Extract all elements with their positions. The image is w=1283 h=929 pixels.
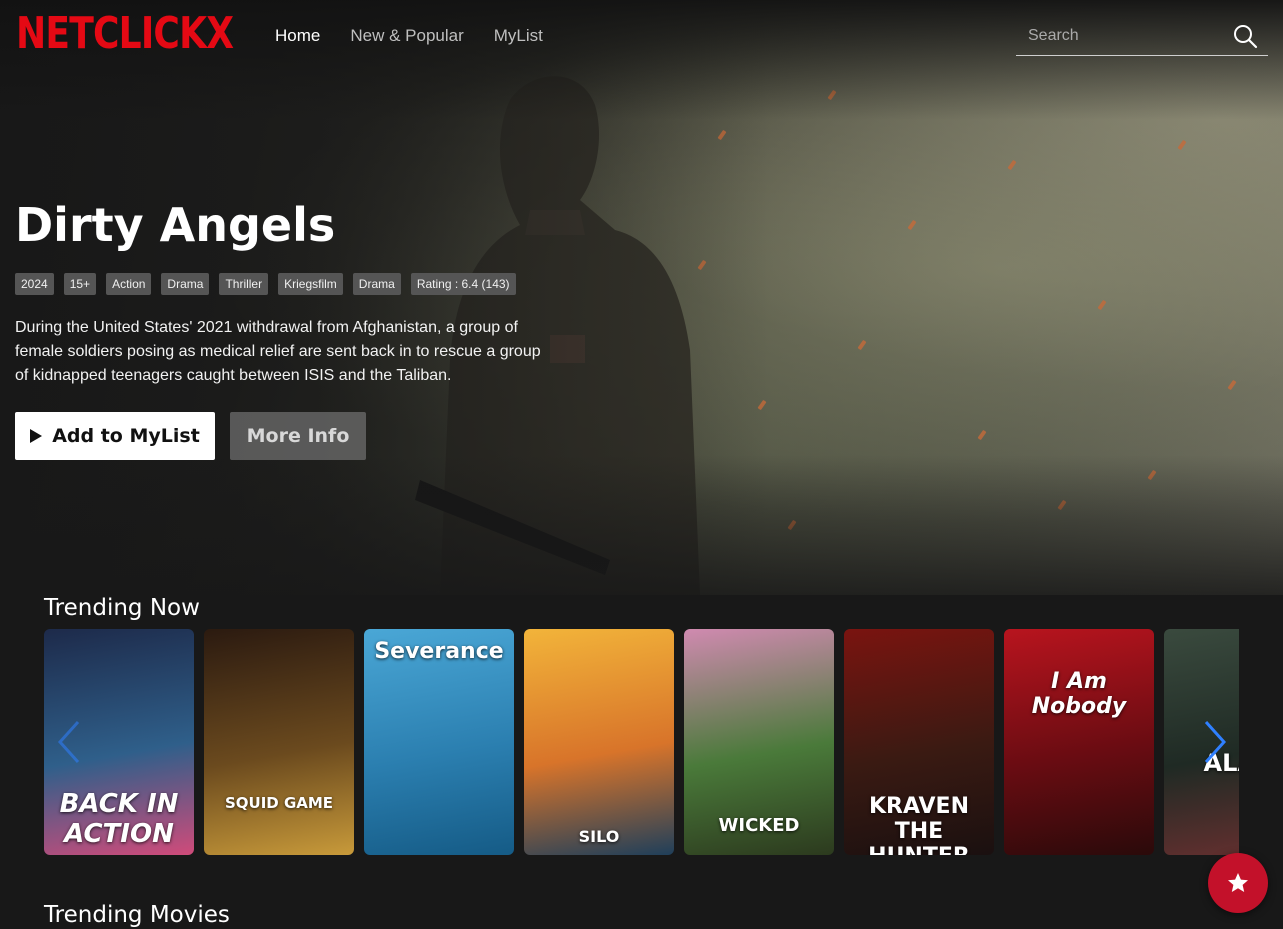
trending-now-carousel: BACK IN ACTION SQUID GAME Severance SILO WIC…: [44, 629, 1239, 855]
poster-title: WICKED: [718, 815, 800, 836]
favorites-fab-button[interactable]: [1208, 853, 1268, 913]
poster-title: SQUID GAME: [224, 794, 334, 812]
search-input[interactable]: [1026, 24, 1230, 48]
search-icon[interactable]: [1232, 23, 1258, 49]
carousel-prev-arrow[interactable]: [52, 716, 88, 768]
poster-card[interactable]: KRAVEN THE HUNTER: [844, 629, 994, 855]
nav-links: Home New & Popular MyList: [275, 26, 543, 46]
poster-title: I Am Nobody: [1031, 669, 1127, 719]
play-icon: [30, 429, 43, 443]
top-navbar: NETCLICKX Home New & Popular MyList: [0, 0, 1283, 70]
tag-genre: Action: [106, 273, 152, 295]
add-to-mylist-label: Add to MyList: [52, 425, 200, 447]
hero-overview: During the United States' 2021 withdrawa…: [15, 319, 541, 384]
star-icon: [1228, 873, 1248, 892]
hero-tags: 2024 15+ Action Drama Thriller Kriegsfil…: [15, 273, 516, 295]
poster-title: Severance: [374, 639, 504, 664]
nav-link-new-popular[interactable]: New & Popular: [350, 26, 463, 46]
poster-card[interactable]: Severance: [364, 629, 514, 855]
hero-backdrop: [0, 0, 1283, 595]
carousel-track: BACK IN ACTION SQUID GAME Severance SILO WIC…: [44, 629, 1239, 855]
add-to-mylist-button[interactable]: Add to MyList: [15, 412, 215, 460]
tag-genre: Drama: [352, 273, 401, 295]
tag-year: 2024: [15, 273, 54, 295]
nav-link-home[interactable]: Home: [275, 26, 320, 46]
tag-genre: Drama: [161, 273, 210, 295]
poster-title: SILO: [578, 827, 620, 846]
tag-age-rating: 15+: [63, 273, 97, 295]
poster-title: KRAVEN THE HUNTER: [868, 794, 970, 855]
more-info-button[interactable]: More Info: [230, 412, 366, 460]
poster-card[interactable]: I Am Nobody: [1004, 629, 1154, 855]
row-title-trending-now: Trending Now: [44, 595, 200, 621]
poster-title: BACK IN ACTION: [59, 789, 179, 849]
tag-genre: Thriller: [219, 273, 269, 295]
poster-card[interactable]: SQUID GAME: [204, 629, 354, 855]
hero-title: Dirty Angels: [15, 198, 336, 252]
row-title-trending-movies: Trending Movies: [44, 902, 230, 928]
poster-card[interactable]: SILO: [524, 629, 674, 855]
nav-link-mylist[interactable]: MyList: [494, 26, 543, 46]
brand-logo[interactable]: NETCLICKX: [16, 8, 234, 59]
tag-rating: Rating : 6.4 (143): [410, 273, 516, 295]
poster-card[interactable]: WICKED: [684, 629, 834, 855]
carousel-next-arrow[interactable]: [1196, 716, 1232, 768]
tag-genre: Kriegsfilm: [278, 273, 343, 295]
more-info-label: More Info: [246, 425, 350, 447]
search-bar: [1016, 18, 1268, 56]
